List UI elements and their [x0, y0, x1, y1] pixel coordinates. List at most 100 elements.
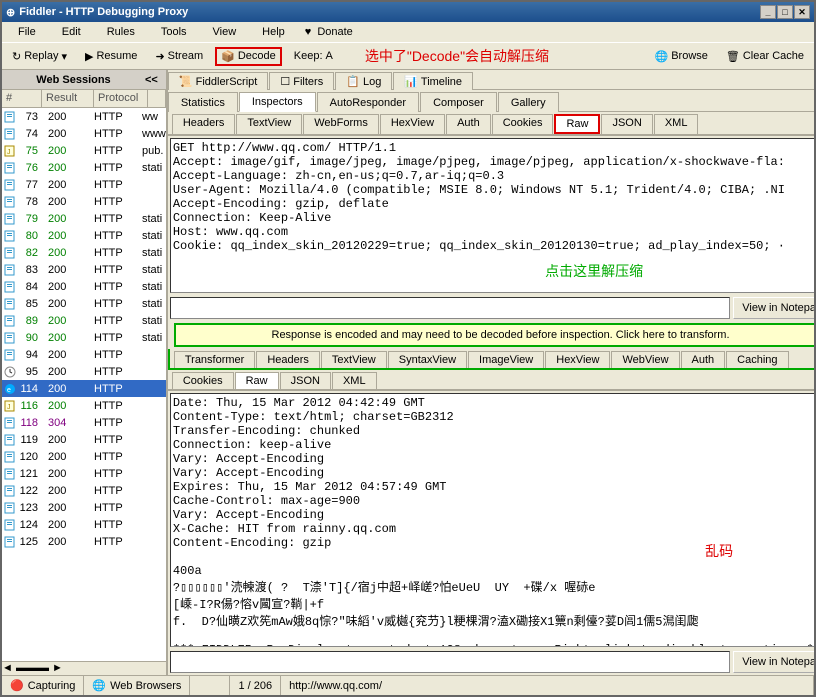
session-icon — [2, 162, 18, 174]
resptab-xml[interactable]: XML — [332, 372, 377, 389]
session-row[interactable]: 122200HTTP — [2, 482, 166, 499]
sessions-panel: Web Sessions << # Result Protocol 73200H… — [2, 70, 168, 675]
session-row[interactable]: 90200HTTPstati — [2, 329, 166, 346]
menu-view[interactable]: View — [201, 24, 249, 40]
annotation-click-decode: 点击这里解压缩 — [545, 261, 643, 281]
session-row[interactable]: 119200HTTP — [2, 431, 166, 448]
session-row[interactable]: 121200HTTP — [2, 465, 166, 482]
session-row[interactable]: 85200HTTPstati — [2, 295, 166, 312]
session-row[interactable]: 79200HTTPstati — [2, 210, 166, 227]
status-browsers[interactable]: 🌐 Web Browsers — [84, 676, 190, 695]
session-icon — [2, 451, 18, 463]
sidebar-collapse[interactable]: << — [141, 74, 162, 86]
request-raw-view[interactable]: GET http://www.qq.com/ HTTP/1.1 Accept: … — [170, 138, 814, 293]
sessions-list[interactable]: 73200HTTPww74200HTTPwwwJ75200HTTPpub.762… — [2, 108, 166, 661]
resptab-syntaxview[interactable]: SyntaxView — [388, 351, 467, 368]
browse-button[interactable]: 🌐 Browse — [649, 47, 714, 66]
request-notepad-button[interactable]: View in Notepad — [733, 297, 814, 319]
tab-timeline[interactable]: 📊 Timeline — [393, 72, 473, 90]
resptab-textview[interactable]: TextView — [321, 351, 387, 368]
tab-log[interactable]: 📋 Log — [335, 72, 392, 90]
reqtab-raw[interactable]: Raw — [554, 114, 600, 134]
tab-fiddlerscript[interactable]: 📜 FiddlerScript — [168, 72, 269, 90]
reqtab-xml[interactable]: XML — [654, 114, 699, 134]
col-protocol[interactable]: Protocol — [94, 90, 148, 107]
session-row[interactable]: 76200HTTPstati — [2, 159, 166, 176]
replay-button[interactable]: ↻ Replay ▾ — [6, 47, 73, 66]
clear-cache-button[interactable]: 🗑 Clear Cache — [720, 47, 810, 66]
reqtab-textview[interactable]: TextView — [236, 114, 302, 134]
session-row[interactable]: e114200HTTP — [2, 380, 166, 397]
resptab-headers[interactable]: Headers — [256, 351, 320, 368]
reqtab-auth[interactable]: Auth — [446, 114, 491, 134]
tab-gallery[interactable]: Gallery — [498, 92, 559, 112]
reqtab-cookies[interactable]: Cookies — [492, 114, 554, 134]
session-icon — [2, 264, 18, 276]
resptab-hexview[interactable]: HexView — [545, 351, 610, 368]
response-raw-view[interactable]: Date: Thu, 15 Mar 2012 04:42:49 GMT Cont… — [170, 393, 814, 647]
sessions-hscroll[interactable]: ◄ ▬▬▬ ► — [2, 661, 166, 675]
resptab-json[interactable]: JSON — [280, 372, 331, 389]
session-row[interactable]: 73200HTTPww — [2, 108, 166, 125]
reqtab-hexview[interactable]: HexView — [380, 114, 445, 134]
resptab-caching[interactable]: Caching — [726, 351, 788, 368]
session-row[interactable]: 74200HTTPwww — [2, 125, 166, 142]
request-find-input[interactable] — [170, 297, 730, 319]
col-result[interactable]: Result — [42, 90, 94, 107]
resptab-cookies[interactable]: Cookies — [172, 372, 234, 389]
session-row[interactable]: J75200HTTPpub. — [2, 142, 166, 159]
minimize-button[interactable]: _ — [760, 5, 776, 19]
menu-file[interactable]: File — [6, 24, 48, 40]
session-row[interactable]: 123200HTTP — [2, 499, 166, 516]
session-icon: J — [2, 400, 18, 412]
resptab-imageview[interactable]: ImageView — [468, 351, 544, 368]
session-row[interactable]: 84200HTTPstati — [2, 278, 166, 295]
tab-autoresponder[interactable]: AutoResponder — [317, 92, 419, 112]
session-row[interactable]: 80200HTTPstati — [2, 227, 166, 244]
tab-inspectors[interactable]: Inspectors — [239, 92, 316, 112]
title-bar: ⊕Fiddler - HTTP Debugging Proxy _ □ ✕ — [2, 2, 814, 22]
stream-button[interactable]: ➜ Stream — [149, 47, 209, 66]
reqtab-webforms[interactable]: WebForms — [303, 114, 379, 134]
session-icon — [2, 519, 18, 531]
resptab-webview[interactable]: WebView — [611, 351, 679, 368]
menu-edit[interactable]: Edit — [50, 24, 93, 40]
transform-bar[interactable]: Response is encoded and may need to be d… — [174, 323, 814, 347]
session-row[interactable]: 124200HTTP — [2, 516, 166, 533]
session-row[interactable]: J116200HTTP — [2, 397, 166, 414]
reqtab-headers[interactable]: Headers — [172, 114, 236, 134]
tab-statistics[interactable]: Statistics — [168, 92, 238, 112]
session-icon: J — [2, 145, 18, 157]
menu-help[interactable]: Help — [250, 24, 297, 40]
close-button[interactable]: ✕ — [794, 5, 810, 19]
menu-donate[interactable]: ♥Donate — [299, 24, 365, 40]
resume-button[interactable]: ▶ Resume — [79, 47, 143, 66]
session-row[interactable]: 94200HTTP — [2, 346, 166, 363]
session-row[interactable]: 89200HTTPstati — [2, 312, 166, 329]
keep-button[interactable]: Keep: A — [288, 47, 339, 65]
menu-rules[interactable]: Rules — [95, 24, 147, 40]
session-row[interactable]: 82200HTTPstati — [2, 244, 166, 261]
resptab-auth[interactable]: Auth — [681, 351, 726, 368]
session-icon — [2, 536, 18, 548]
response-notepad-button[interactable]: View in Notepad — [733, 651, 814, 673]
session-row[interactable]: 95200HTTP — [2, 363, 166, 380]
col-num[interactable]: # — [2, 90, 42, 107]
session-icon — [2, 434, 18, 446]
tab-composer[interactable]: Composer — [420, 92, 497, 112]
status-capturing[interactable]: 🔴 Capturing — [2, 676, 84, 695]
session-row[interactable]: 78200HTTP — [2, 193, 166, 210]
tab-filters[interactable]: ☐ Filters — [269, 72, 334, 90]
response-find-input[interactable] — [170, 651, 730, 673]
maximize-button[interactable]: □ — [777, 5, 793, 19]
resptab-raw[interactable]: Raw — [235, 372, 279, 389]
session-row[interactable]: 120200HTTP — [2, 448, 166, 465]
session-row[interactable]: 118304HTTP — [2, 414, 166, 431]
session-row[interactable]: 77200HTTP — [2, 176, 166, 193]
session-row[interactable]: 125200HTTP — [2, 533, 166, 550]
session-row[interactable]: 83200HTTPstati — [2, 261, 166, 278]
menu-tools[interactable]: Tools — [149, 24, 199, 40]
resptab-transformer[interactable]: Transformer — [174, 351, 256, 368]
decode-button[interactable]: 📦 Decode — [215, 47, 282, 66]
reqtab-json[interactable]: JSON — [601, 114, 652, 134]
